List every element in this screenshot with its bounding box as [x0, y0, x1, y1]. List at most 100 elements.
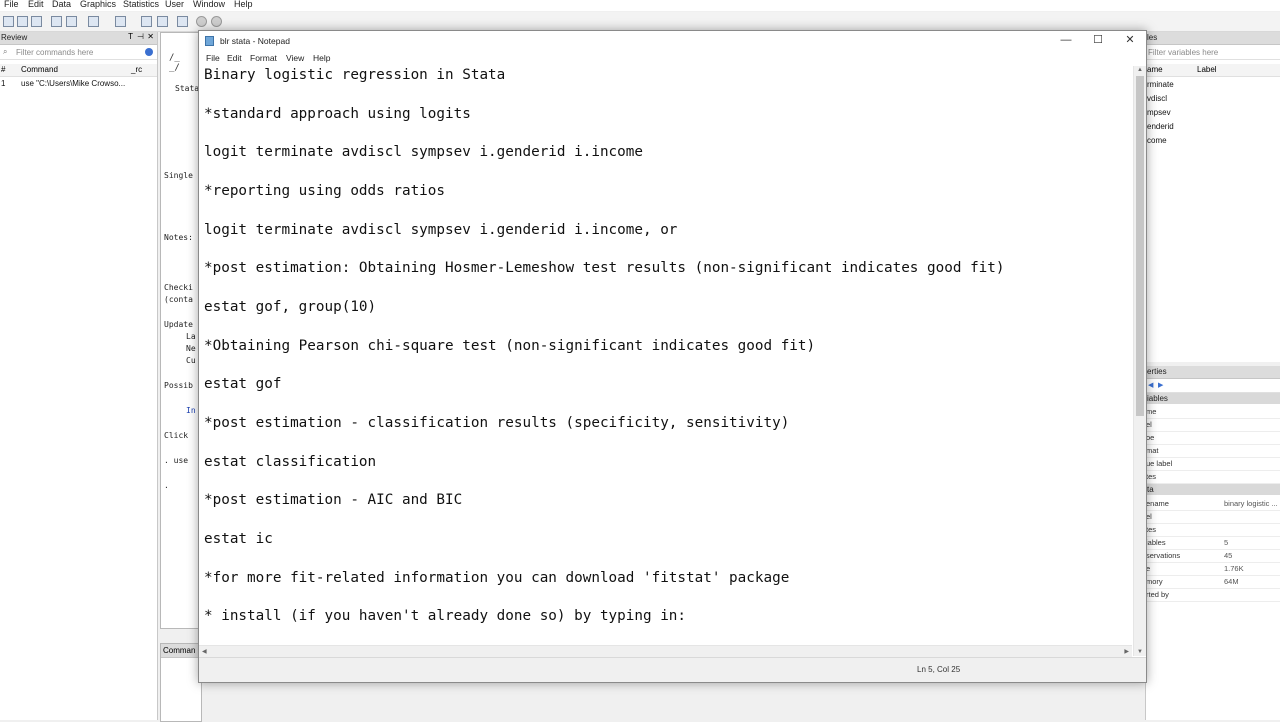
pin-icon[interactable]: ⊣	[137, 32, 144, 41]
properties-title: erties	[1147, 367, 1167, 376]
property-row: ename binary logistic ...	[1146, 497, 1280, 511]
forward-arrow-icon[interactable]: ▶	[1158, 381, 1163, 389]
variables-filter[interactable]: Filter variables here	[1146, 46, 1280, 60]
review-title-bar: Review T ⊣ ✕	[0, 32, 157, 45]
results-text: Cu	[186, 356, 196, 365]
maximize-button[interactable]: ☐	[1082, 31, 1114, 51]
results-text: Single	[164, 171, 193, 180]
review-filter[interactable]: ⌕ Filter commands here	[0, 46, 157, 60]
variables-manager-icon[interactable]	[177, 16, 188, 27]
variables-filter-input[interactable]: Filter variables here	[1148, 48, 1218, 57]
vertical-scrollbar[interactable]: ▲ ▼	[1133, 66, 1146, 656]
menu-data[interactable]: Data	[52, 0, 71, 9]
notepad-titlebar[interactable]: blr stata - Notepad — ☐ ✕	[199, 31, 1146, 51]
menu-format[interactable]: Format	[250, 53, 277, 63]
menu-file[interactable]: File	[4, 0, 19, 9]
variables-title-bar: les	[1146, 32, 1280, 45]
row-command: use "C:\Users\Mike Crowso...	[21, 79, 126, 88]
scroll-right-icon[interactable]: ▶	[1124, 648, 1129, 655]
menu-user[interactable]: User	[165, 0, 184, 9]
results-text: Checki	[164, 283, 193, 292]
properties-section-variables[interactable]: iables	[1146, 393, 1280, 404]
text-line: logit terminate avdiscl sympsev i.gender…	[204, 222, 678, 238]
variable-row[interactable]: enderid	[1146, 121, 1280, 133]
menu-graphics[interactable]: Graphics	[80, 0, 116, 9]
scroll-up-icon[interactable]: ▲	[1137, 67, 1143, 73]
command-pane[interactable]: Comman	[160, 643, 202, 722]
results-text: Notes:	[164, 233, 193, 242]
variable-name: enderid	[1147, 122, 1174, 131]
back-arrow-icon[interactable]: ◀	[1148, 381, 1153, 389]
col-command[interactable]: Command	[21, 65, 58, 74]
property-row: iables 5	[1146, 536, 1280, 550]
stata-logo: /_ _/	[169, 53, 180, 73]
info-icon[interactable]	[145, 48, 153, 56]
menu-help[interactable]: Help	[234, 0, 253, 9]
menu-window[interactable]: Window	[193, 0, 225, 9]
properties-section-data[interactable]: ta	[1146, 484, 1280, 495]
variable-name: mpsev	[1147, 108, 1171, 117]
results-link[interactable]: In	[186, 406, 196, 415]
property-key: iables	[1146, 538, 1166, 547]
filter-icon[interactable]: T	[128, 32, 133, 41]
break-icon[interactable]	[211, 16, 222, 27]
log-icon[interactable]	[51, 16, 62, 27]
menu-view[interactable]: View	[286, 53, 304, 63]
save-icon[interactable]	[17, 16, 28, 27]
command-title: Comman	[163, 646, 196, 655]
property-key: oe	[1146, 433, 1155, 442]
minimize-button[interactable]: —	[1050, 31, 1082, 51]
menu-edit[interactable]: Edit	[227, 53, 242, 63]
menu-edit[interactable]: Edit	[28, 0, 44, 9]
variable-row[interactable]: mpsev	[1146, 107, 1280, 119]
properties-title-bar: erties	[1146, 366, 1280, 379]
property-key: rted by	[1146, 590, 1169, 599]
review-column-header: # Command _rc	[0, 64, 157, 77]
graph-icon[interactable]	[88, 16, 99, 27]
property-value: 45	[1224, 551, 1233, 560]
col-num[interactable]: #	[1, 65, 5, 74]
variable-row[interactable]: vdiscl	[1146, 93, 1280, 105]
scroll-left-icon[interactable]: ◀	[202, 648, 207, 655]
text-line: *post estimation - classification result…	[204, 415, 790, 431]
print-icon[interactable]	[31, 16, 42, 27]
review-row[interactable]: 1 use "C:\Users\Mike Crowso...	[0, 78, 157, 90]
data-editor-icon[interactable]	[141, 16, 152, 27]
review-filter-input[interactable]: Filter commands here	[16, 48, 93, 57]
row-num: 1	[1, 79, 6, 88]
property-value: 5	[1224, 538, 1229, 547]
menu-help[interactable]: Help	[313, 53, 330, 63]
text-line: *post estimation - AIC and BIC	[204, 492, 463, 508]
property-row: servations 45	[1146, 549, 1280, 563]
variable-row[interactable]: come	[1146, 135, 1280, 147]
viewer-icon[interactable]	[66, 16, 77, 27]
scrollbar-thumb[interactable]	[1136, 76, 1144, 416]
notepad-menubar: File Edit Format View Help	[199, 52, 1146, 65]
variable-name: vdiscl	[1147, 94, 1168, 103]
property-key: ename	[1146, 499, 1169, 508]
variable-name: come	[1147, 136, 1167, 145]
text-line: *for more fit-related information you ca…	[204, 570, 790, 586]
menu-file[interactable]: File	[206, 53, 220, 63]
text-line: *reporting using odds ratios	[204, 183, 446, 199]
menu-statistics[interactable]: Statistics	[123, 0, 159, 9]
results-text: Update	[164, 320, 193, 329]
horizontal-scrollbar[interactable]: ◀ ▶	[199, 645, 1132, 657]
property-row: tes	[1146, 470, 1280, 484]
scroll-down-icon[interactable]: ▼	[1137, 649, 1143, 655]
property-value: 1.76K	[1224, 564, 1244, 573]
col-label[interactable]: Label	[1197, 65, 1217, 74]
col-name[interactable]: ame	[1147, 65, 1163, 74]
open-icon[interactable]	[3, 16, 14, 27]
close-button[interactable]: ✕	[1114, 31, 1146, 51]
do-file-editor-icon[interactable]	[115, 16, 126, 27]
text-line: *Obtaining Pearson chi-square test (non-…	[204, 338, 816, 354]
more-icon[interactable]	[196, 16, 207, 27]
notepad-text-area[interactable]: Binary logistic regression in Stata *sta…	[200, 66, 1132, 682]
property-row: e 1.76K	[1146, 562, 1280, 576]
section-label: iables	[1147, 394, 1168, 403]
close-icon[interactable]: ✕	[147, 32, 154, 41]
variable-row[interactable]: rminate	[1146, 79, 1280, 91]
col-rc[interactable]: _rc	[131, 65, 142, 74]
data-browser-icon[interactable]	[157, 16, 168, 27]
